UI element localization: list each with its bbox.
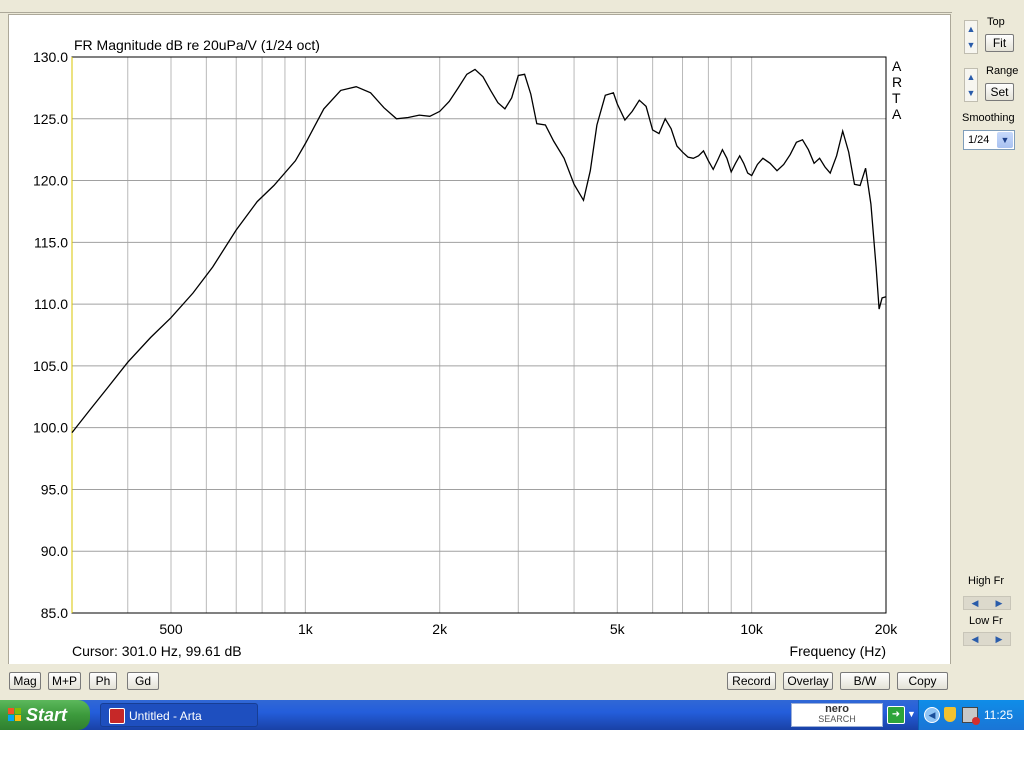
record-button[interactable]: Record xyxy=(727,672,776,690)
chart-title: FR Magnitude dB re 20uPa/V (1/24 oct) xyxy=(74,37,320,53)
y-tick-label: 85.0 xyxy=(41,605,68,621)
x-tick-label: 5k xyxy=(610,621,626,637)
high-fr-label: High Fr xyxy=(968,575,1005,587)
low-fr-label: Low Fr xyxy=(969,615,1003,627)
down-arrow-icon[interactable]: ▼ xyxy=(965,37,977,53)
low-fr-stepper[interactable]: ◀ ▶ xyxy=(963,632,1011,646)
arta-watermark-letter: R xyxy=(892,74,902,90)
smoothing-value: 1/24 xyxy=(968,134,990,146)
x-axis-label: Frequency (Hz) xyxy=(790,643,886,659)
up-arrow-icon[interactable]: ▲ xyxy=(965,21,977,37)
frequency-response-chart[interactable]: FR Magnitude dB re 20uPa/V (1/24 oct) 85… xyxy=(9,15,950,665)
start-button[interactable]: Start xyxy=(0,700,90,730)
arta-app-icon xyxy=(109,708,125,724)
x-tick-label: 1k xyxy=(298,621,314,637)
y-tick-label: 90.0 xyxy=(41,543,68,559)
x-tick-label: 10k xyxy=(740,621,764,637)
dropdown-arrow-icon[interactable]: ▼ xyxy=(907,709,916,719)
plot-frame xyxy=(71,56,887,614)
taskbar: Start Untitled - Arta nero SEARCH ➜ ▼ ◀ … xyxy=(0,700,1024,730)
title-strip xyxy=(0,0,1024,13)
set-button[interactable]: Set xyxy=(985,83,1014,101)
go-arrow-icon[interactable]: ➜ xyxy=(887,706,905,724)
right-arrow-icon[interactable]: ▶ xyxy=(988,633,1010,645)
top-spinner[interactable]: ▲ ▼ xyxy=(964,20,978,54)
start-label: Start xyxy=(26,705,68,725)
arta-watermark-letter: A xyxy=(892,58,902,74)
up-arrow-icon[interactable]: ▲ xyxy=(965,69,977,85)
left-arrow-icon[interactable]: ◀ xyxy=(964,633,986,645)
high-fr-stepper[interactable]: ◀ ▶ xyxy=(963,596,1011,610)
fr-magnitude-line xyxy=(71,68,887,434)
y-tick-label: 115.0 xyxy=(34,234,68,250)
taskbar-clock: 11:25 xyxy=(983,708,1013,722)
y-tick-label: 95.0 xyxy=(41,481,68,497)
x-tick-label: 500 xyxy=(159,621,183,637)
y-tick-label: 120.0 xyxy=(33,173,68,189)
range-spinner[interactable]: ▲ ▼ xyxy=(964,68,978,102)
security-shield-icon[interactable] xyxy=(944,707,956,722)
smoothing-label: Smoothing xyxy=(962,112,1015,124)
system-tray: ◀ 11:25 xyxy=(918,700,1024,730)
copy-button[interactable]: Copy xyxy=(897,672,948,690)
fit-button[interactable]: Fit xyxy=(985,34,1014,52)
smoothing-select[interactable]: 1/24 ▼ xyxy=(963,130,1015,150)
bw-button[interactable]: B/W xyxy=(840,672,890,690)
y-tick-label: 110.0 xyxy=(34,296,68,312)
down-arrow-icon[interactable]: ▼ xyxy=(965,85,977,101)
chevron-down-icon[interactable]: ▼ xyxy=(997,132,1013,148)
arta-window: FR Magnitude dB re 20uPa/V (1/24 oct) 85… xyxy=(0,0,1024,700)
arta-watermark-letter: T xyxy=(892,90,901,106)
y-tick-label: 125.0 xyxy=(33,111,68,127)
nero-search-text: SEARCH xyxy=(818,714,856,724)
plot-panel: FR Magnitude dB re 20uPa/V (1/24 oct) 85… xyxy=(8,14,951,666)
mag-button[interactable]: Mag xyxy=(9,672,41,690)
mp-button[interactable]: M+P xyxy=(48,672,81,690)
overlay-button[interactable]: Overlay xyxy=(783,672,833,690)
ph-button[interactable]: Ph xyxy=(89,672,117,690)
range-label: Range xyxy=(986,65,1019,77)
y-tick-label: 100.0 xyxy=(33,420,68,436)
gd-button[interactable]: Gd xyxy=(127,672,159,690)
network-icon[interactable] xyxy=(962,707,980,725)
bottom-toolbar: Mag M+P Ph Gd Record Overlay B/W Copy xyxy=(0,664,1024,700)
task-label: Untitled - Arta xyxy=(129,709,202,723)
y-tick-label: 130.0 xyxy=(33,49,68,65)
taskbar-item-arta[interactable]: Untitled - Arta xyxy=(100,703,258,727)
left-arrow-icon[interactable]: ◀ xyxy=(964,597,986,609)
windows-logo-icon xyxy=(8,708,21,721)
cursor-readout: Cursor: 301.0 Hz, 99.61 dB xyxy=(72,643,242,659)
x-tick-label: 20k xyxy=(875,621,899,637)
x-tick-label: 2k xyxy=(432,621,448,637)
arta-watermark-letter: A xyxy=(892,106,902,122)
nero-search-box[interactable]: nero SEARCH xyxy=(791,703,883,727)
tray-expand-icon[interactable]: ◀ xyxy=(924,707,940,723)
right-control-panel: ▲ ▼ Top Fit ▲ ▼ Range Set Smoothing High… xyxy=(952,12,1024,672)
right-arrow-icon[interactable]: ▶ xyxy=(988,597,1010,609)
y-tick-label: 105.0 xyxy=(33,358,68,374)
top-label: Top xyxy=(987,16,1005,28)
nero-logo-text: nero xyxy=(825,703,849,715)
